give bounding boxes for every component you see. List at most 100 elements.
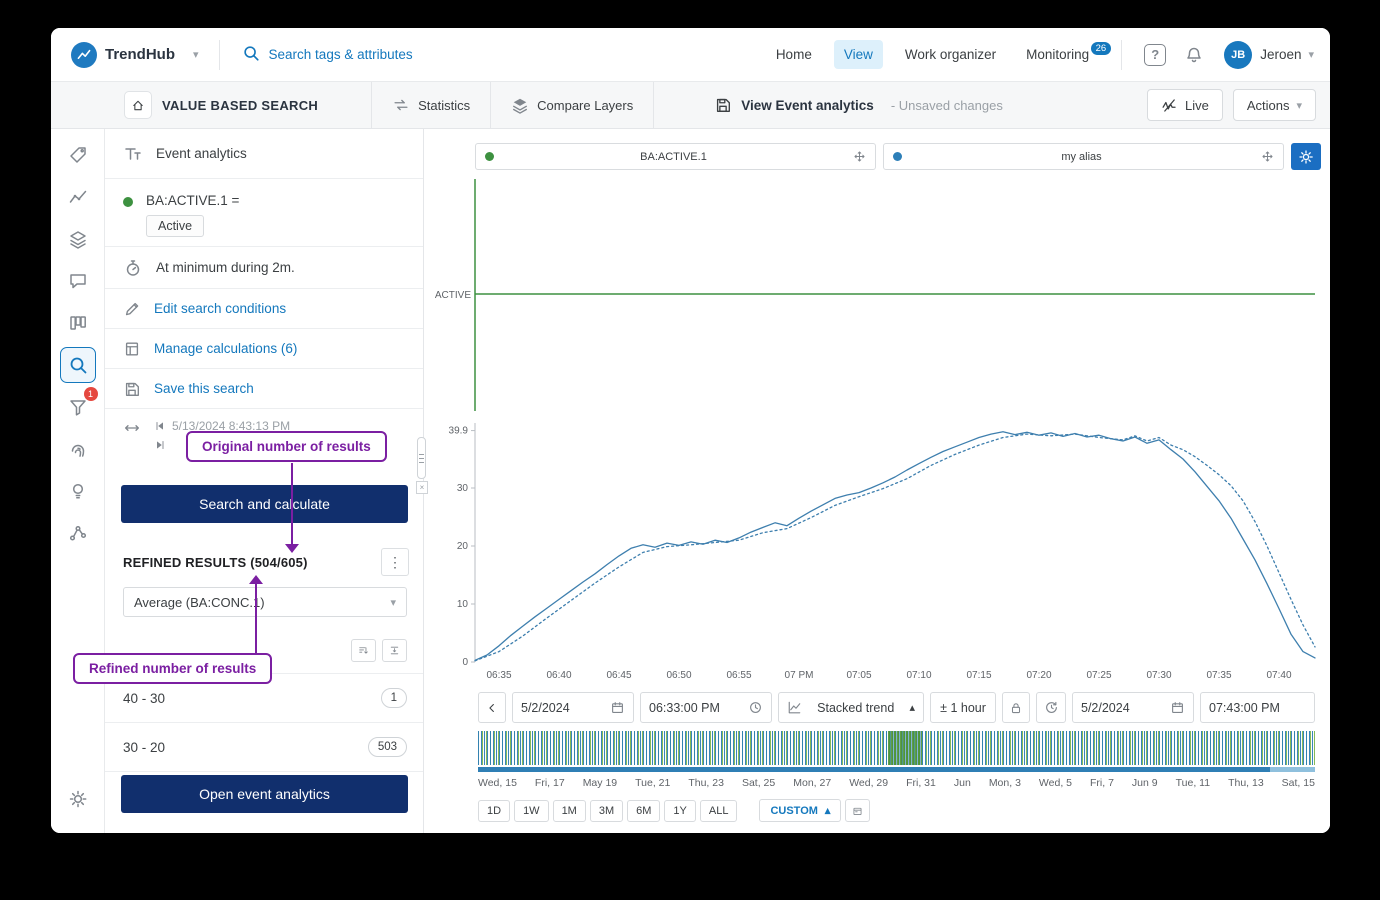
rail-trend-button[interactable] bbox=[60, 179, 96, 215]
pencil-icon bbox=[123, 300, 141, 318]
history-button[interactable] bbox=[1036, 692, 1066, 723]
save-search-row[interactable]: Save this search bbox=[105, 369, 423, 409]
monitoring-badge: 26 bbox=[1091, 42, 1112, 56]
rail-tags-button[interactable] bbox=[60, 137, 96, 173]
bucket-count-badge: 1 bbox=[381, 688, 407, 708]
user-name: Jeroen bbox=[1260, 47, 1301, 62]
home-button[interactable] bbox=[124, 91, 152, 119]
zoom-3m-button[interactable]: 3M bbox=[590, 800, 623, 822]
actions-button[interactable]: Actions ▾ bbox=[1233, 89, 1316, 121]
app-window: TrendHub ▾ Search tags & attributes Home… bbox=[51, 28, 1330, 833]
search-and-calculate-button[interactable]: Search and calculate bbox=[121, 485, 408, 523]
collapse-buckets-button[interactable] bbox=[382, 639, 407, 662]
context-date-label: Mon, 27 bbox=[793, 777, 831, 789]
result-bucket-list: 40 - 30 1 30 - 20 503 bbox=[105, 673, 423, 772]
context-date-label: Fri, 7 bbox=[1090, 777, 1114, 789]
rail-filter-button[interactable]: 1 bbox=[60, 389, 96, 425]
live-toggle-button[interactable]: Live bbox=[1147, 89, 1223, 121]
context-date-label: Tue, 11 bbox=[1176, 777, 1210, 789]
nav-home[interactable]: Home bbox=[766, 40, 822, 69]
context-bar-selection[interactable] bbox=[888, 731, 922, 765]
view-toolbar: VALUE BASED SEARCH Statistics Compare La… bbox=[51, 82, 1330, 129]
sort-descending-button[interactable] bbox=[351, 639, 376, 662]
rail-recommendations-button[interactable] bbox=[60, 473, 96, 509]
start-date-input[interactable]: 5/2/2024 bbox=[512, 692, 634, 723]
nav-monitoring[interactable]: Monitoring 26 bbox=[1016, 46, 1099, 64]
section-title: Event analytics bbox=[156, 146, 247, 161]
manage-calculations-link[interactable]: Manage calculations (6) bbox=[154, 341, 297, 356]
duration-row: At minimum during 2m. bbox=[105, 247, 423, 289]
nav-view[interactable]: View bbox=[834, 40, 883, 69]
trend-mode-select[interactable]: Stacked trend ▴ bbox=[778, 692, 924, 723]
legend-tag-active[interactable]: BA:ACTIVE.1 bbox=[475, 143, 876, 170]
rail-fingerprint-button[interactable] bbox=[60, 431, 96, 467]
save-search-link[interactable]: Save this search bbox=[154, 381, 254, 396]
context-date-label: Fri, 17 bbox=[535, 777, 565, 789]
refined-results-menu-button[interactable]: ⋮ bbox=[381, 548, 409, 576]
zoom-1m-button[interactable]: 1M bbox=[553, 800, 586, 822]
user-menu-caret-icon[interactable]: ▾ bbox=[1308, 48, 1314, 61]
panel-resize-handle[interactable] bbox=[417, 437, 426, 479]
custom-range-button[interactable] bbox=[845, 799, 870, 822]
trend-chart[interactable]: ACTIVE39.9302010006:3506:4006:4506:5006:… bbox=[435, 171, 1320, 691]
avatar[interactable]: JB bbox=[1224, 41, 1252, 69]
svg-text:30: 30 bbox=[457, 483, 469, 494]
zoom-1w-button[interactable]: 1W bbox=[514, 800, 549, 822]
window-span-button[interactable]: ± 1 hour bbox=[930, 692, 996, 723]
rail-dashboard-button[interactable] bbox=[60, 305, 96, 341]
aggregation-select[interactable]: Average (BA:CONC.1) ▾ bbox=[123, 587, 407, 617]
context-scrollbar[interactable] bbox=[478, 767, 1315, 772]
edit-conditions-link[interactable]: Edit search conditions bbox=[154, 301, 286, 316]
context-bar-preview[interactable] bbox=[478, 731, 1315, 765]
svg-text:06:45: 06:45 bbox=[606, 670, 631, 681]
edit-conditions-row[interactable]: Edit search conditions bbox=[105, 289, 423, 329]
context-bar[interactable] bbox=[478, 731, 1315, 772]
rail-layers-button[interactable] bbox=[60, 221, 96, 257]
legend-my-alias[interactable]: my alias bbox=[883, 143, 1284, 170]
page-title: VALUE BASED SEARCH bbox=[162, 98, 318, 113]
open-event-analytics-button[interactable]: Open event analytics bbox=[121, 775, 408, 813]
rail-comments-button[interactable] bbox=[60, 263, 96, 299]
svg-text:07 PM: 07 PM bbox=[785, 670, 814, 681]
condition-row[interactable]: BA:ACTIVE.1 = Active bbox=[105, 179, 423, 247]
svg-text:07:25: 07:25 bbox=[1086, 670, 1111, 681]
zoom-all-button[interactable]: ALL bbox=[700, 800, 738, 822]
legend-dot-blue bbox=[893, 152, 902, 161]
nav-work-organizer[interactable]: Work organizer bbox=[895, 40, 1006, 69]
help-button[interactable]: ? bbox=[1144, 44, 1166, 66]
toolbar-tabs: Statistics Compare Layers bbox=[371, 82, 654, 128]
zoom-1d-button[interactable]: 1D bbox=[478, 800, 510, 822]
context-date-label: Mon, 3 bbox=[989, 777, 1021, 789]
start-time-input[interactable]: 06:33:00 PM bbox=[640, 692, 772, 723]
end-date-input[interactable]: 5/2/2024 bbox=[1072, 692, 1194, 723]
search-icon bbox=[68, 355, 88, 375]
end-time-input[interactable]: 07:43:00 PM bbox=[1200, 692, 1315, 723]
custom-zoom-button[interactable]: CUSTOM ▴ bbox=[759, 799, 841, 822]
svg-text:39.9: 39.9 bbox=[449, 426, 469, 437]
calendar-icon bbox=[1170, 700, 1185, 715]
notifications-button[interactable] bbox=[1180, 41, 1208, 69]
rail-settings-button[interactable] bbox=[60, 781, 96, 817]
context-date-labels: Wed, 15Fri, 17May 19Tue, 21Thu, 23Sat, 2… bbox=[478, 777, 1315, 789]
manage-calculations-row[interactable]: Manage calculations (6) bbox=[105, 329, 423, 369]
dashboard-icon bbox=[68, 313, 88, 333]
lock-timespan-button[interactable] bbox=[1002, 692, 1030, 723]
calendar-range-icon bbox=[852, 804, 863, 818]
tab-statistics[interactable]: Statistics bbox=[371, 82, 491, 128]
legend-row: BA:ACTIVE.1 my alias bbox=[475, 143, 1321, 170]
global-search-input[interactable]: Search tags & attributes bbox=[242, 44, 413, 65]
pan-left-button[interactable] bbox=[478, 692, 506, 723]
brand[interactable]: TrendHub bbox=[71, 42, 175, 68]
bucket-row[interactable]: 30 - 20 503 bbox=[105, 723, 423, 772]
brand-caret-icon[interactable]: ▾ bbox=[193, 48, 199, 61]
panel-collapse-button[interactable]: × bbox=[416, 481, 428, 494]
actions-caret-icon: ▾ bbox=[1296, 99, 1302, 112]
duration-text: At minimum during 2m. bbox=[156, 260, 295, 275]
rail-search-button[interactable] bbox=[60, 347, 96, 383]
tab-compare-layers[interactable]: Compare Layers bbox=[491, 82, 654, 128]
bucket-range: 40 - 30 bbox=[123, 691, 165, 706]
rail-workflow-button[interactable] bbox=[60, 515, 96, 551]
zoom-6m-button[interactable]: 6M bbox=[627, 800, 660, 822]
zoom-1y-button[interactable]: 1Y bbox=[664, 800, 695, 822]
chart-settings-button[interactable] bbox=[1291, 143, 1321, 170]
